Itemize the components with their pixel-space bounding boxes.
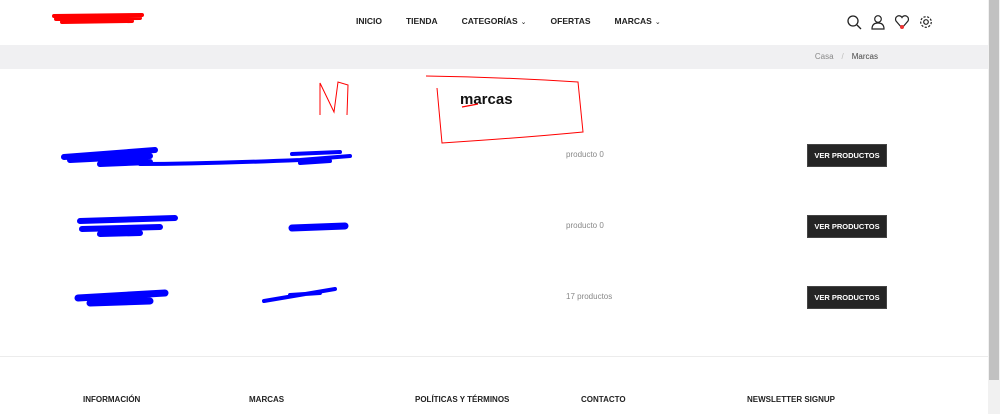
- breadcrumb-current: Marcas: [851, 52, 878, 61]
- scrollbar[interactable]: [988, 0, 1000, 414]
- footer-heading-newsletter: NEWSLETTER SIGNUP: [747, 395, 836, 404]
- footer-heading-brands: MARCAS: [249, 395, 285, 404]
- chevron-down-icon: ⌄: [654, 19, 661, 26]
- site-header: INICIO TIENDA CATEGORÍAS ⌄ OFERTAS MARCAS…: [0, 0, 988, 45]
- breadcrumb: Casa / Marcas: [815, 52, 878, 61]
- chevron-down-icon: ⌄: [520, 19, 527, 26]
- breadcrumb-separator: /: [841, 52, 844, 61]
- footer-heading-contact: CONTACTO: [581, 395, 626, 404]
- brand-product-count: producto 0: [566, 221, 604, 230]
- user-icon[interactable]: [870, 14, 886, 30]
- nav-inicio[interactable]: INICIO: [356, 16, 382, 26]
- brand-product-count: producto 0: [566, 150, 604, 159]
- main-nav: INICIO TIENDA CATEGORÍAS ⌄ OFERTAS MARCAS…: [356, 16, 685, 26]
- view-products-button[interactable]: VER PRODUCTOS: [807, 286, 887, 309]
- nav-marcas-label: MARCAS: [614, 16, 652, 26]
- nav-categorias-label: CATEGORÍAS: [461, 16, 518, 26]
- heart-icon[interactable]: [894, 14, 910, 30]
- view-products-button[interactable]: VER PRODUCTOS: [807, 215, 887, 238]
- footer-heading-policies: POLÍTICAS Y TÉRMINOS: [415, 395, 510, 404]
- header-icons: [846, 14, 934, 30]
- nav-ofertas[interactable]: OFERTAS: [551, 16, 591, 26]
- nav-tienda[interactable]: TIENDA: [406, 16, 438, 26]
- gear-icon[interactable]: [918, 14, 934, 30]
- breadcrumb-bar: Casa / Marcas: [0, 45, 988, 69]
- brand-product-count: 17 productos: [566, 292, 613, 301]
- page-title: marcas: [460, 91, 513, 108]
- logo-redacted[interactable]: [52, 11, 147, 29]
- footer-divider: [0, 356, 988, 357]
- view-products-button[interactable]: VER PRODUCTOS: [807, 144, 887, 167]
- nav-categorias[interactable]: CATEGORÍAS ⌄: [462, 16, 527, 26]
- search-icon[interactable]: [846, 14, 862, 30]
- breadcrumb-home[interactable]: Casa: [815, 52, 834, 61]
- scrollbar-thumb[interactable]: [989, 0, 999, 380]
- nav-marcas[interactable]: MARCAS ⌄: [615, 16, 661, 26]
- footer-heading-info: INFORMACIÓN: [83, 395, 141, 404]
